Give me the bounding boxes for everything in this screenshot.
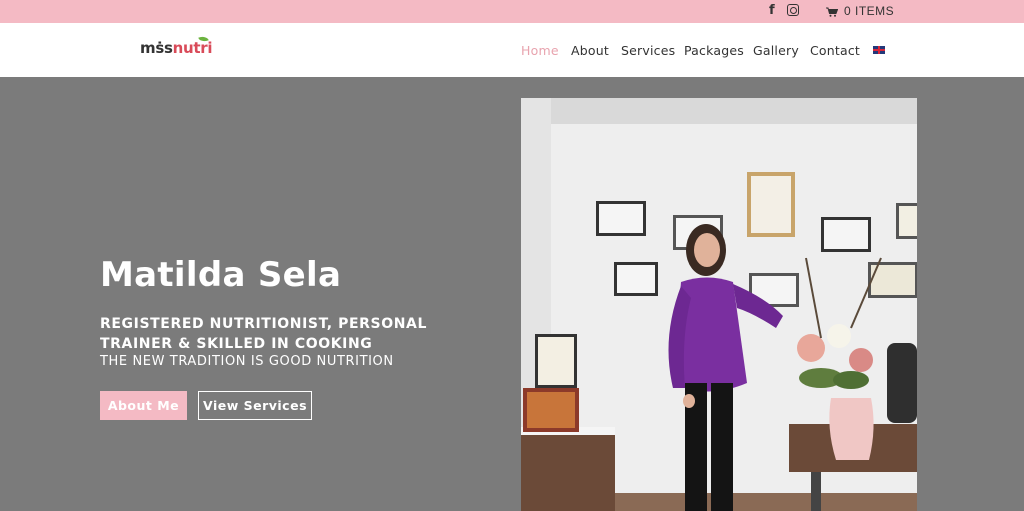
logo-text-nutri: nutri <box>172 39 213 57</box>
hero-title: Matilda Sela <box>100 255 342 295</box>
view-services-button[interactable]: View Services <box>198 391 312 420</box>
uk-flag-icon[interactable] <box>873 46 885 54</box>
cart-link[interactable]: 0 ITEMS <box>826 4 894 18</box>
about-me-button[interactable]: About Me <box>100 391 187 420</box>
nav-contact[interactable]: Contact <box>810 43 860 58</box>
hero-tagline: THE NEW TRADITION IS GOOD NUTRITION <box>100 354 394 369</box>
hero-subtitle: REGISTERED NUTRITIONIST, PERSONAL TRAINE… <box>100 316 427 352</box>
hero-photo <box>521 98 917 511</box>
nav-gallery[interactable]: Gallery <box>753 43 799 58</box>
cart-icon <box>826 7 838 17</box>
facebook-icon[interactable]: f <box>769 3 775 18</box>
nav-services[interactable]: Services <box>621 43 675 58</box>
nav-home[interactable]: Home <box>521 43 559 58</box>
site-logo[interactable]: mṡsnutri <box>140 34 213 57</box>
hero-section: Matilda Sela REGISTERED NUTRITIONIST, PE… <box>0 77 1024 511</box>
logo-text-mis: mṡs <box>140 39 173 57</box>
instagram-icon[interactable] <box>787 4 799 16</box>
nav-packages[interactable]: Packages <box>684 43 744 58</box>
cart-label: 0 ITEMS <box>844 4 895 18</box>
top-bar: f 0 ITEMS <box>0 0 1024 23</box>
nav-about[interactable]: About <box>571 43 609 58</box>
site-header: mṡsnutri Home About Services Packages Ga… <box>0 23 1024 77</box>
